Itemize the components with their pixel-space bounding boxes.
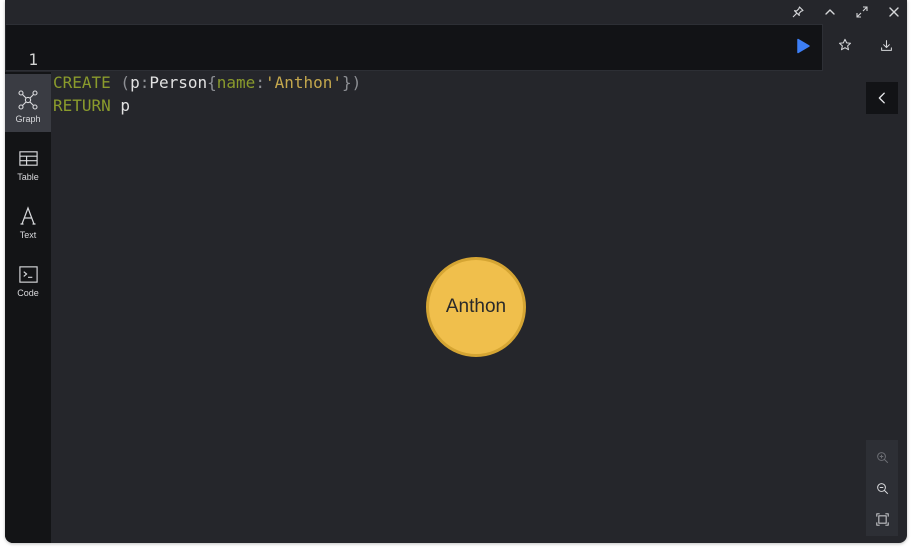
graph-icon	[17, 89, 39, 111]
chevron-left-icon	[878, 92, 885, 104]
expand-icon[interactable]	[854, 4, 870, 20]
view-sidebar: Graph Table Text Code	[5, 72, 51, 543]
favorite-button[interactable]	[835, 35, 855, 55]
close-icon[interactable]	[886, 4, 902, 20]
fit-icon	[875, 512, 889, 526]
zoom-out-icon	[876, 482, 888, 494]
query-result-frame: 1 CREATE (p:Person{name:'Anthon'}) 2 RET…	[5, 0, 907, 543]
sidebar-label: Graph	[15, 114, 41, 124]
download-button[interactable]	[876, 35, 896, 55]
star-icon	[838, 38, 852, 51]
run-button[interactable]	[794, 37, 812, 55]
zoom-controls	[866, 440, 898, 536]
chevron-up-icon[interactable]	[822, 4, 838, 20]
node-label: Anthon	[445, 296, 507, 317]
code-icon	[17, 263, 39, 285]
sidebar-item-code[interactable]: Code	[5, 248, 51, 306]
text-icon	[17, 205, 39, 227]
sidebar-item-table[interactable]: Table	[5, 132, 51, 190]
collapse-panel-button[interactable]	[866, 82, 898, 114]
sidebar-item-graph[interactable]: Graph	[5, 74, 51, 132]
sidebar-label: Code	[17, 288, 39, 298]
query-editor[interactable]: 1 CREATE (p:Person{name:'Anthon'}) 2 RET…	[6, 24, 823, 115]
zoom-out-button[interactable]	[866, 473, 898, 503]
frame-titlebar	[5, 0, 907, 24]
sidebar-label: Text	[19, 230, 37, 240]
table-icon	[17, 147, 39, 169]
code-line: 1 CREATE (p:Person{name:'Anthon'})	[6, 25, 361, 92]
sidebar-item-text[interactable]: Text	[5, 190, 51, 248]
download-icon	[880, 39, 892, 51]
fit-to-screen-button[interactable]	[866, 504, 898, 534]
zoom-in-icon	[876, 451, 888, 463]
sidebar-label: Table	[17, 172, 39, 182]
graph-canvas[interactable]: Anthon	[51, 72, 907, 543]
pin-icon[interactable]	[790, 4, 806, 20]
graph-node[interactable]: Anthon	[426, 257, 526, 357]
zoom-in-button[interactable]	[866, 442, 898, 472]
play-icon	[797, 38, 810, 54]
code-line: 2 RETURN p	[6, 48, 130, 115]
